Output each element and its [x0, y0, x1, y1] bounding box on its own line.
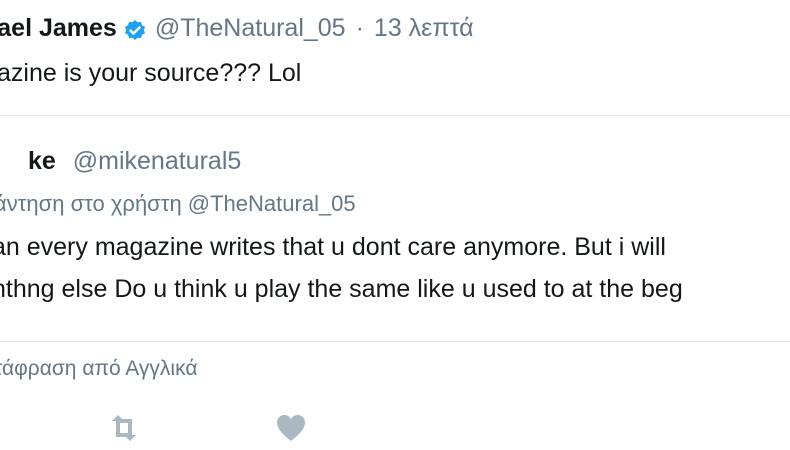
quoted-tweet-header: ke @mikenatural5: [28, 143, 241, 179]
retweet-icon: [112, 415, 136, 441]
quoted-tweet-text-line: an every magazine writes that u dont car…: [0, 233, 666, 261]
like-button[interactable]: [275, 413, 309, 443]
tweet-timestamp[interactable]: 13 λεπτά: [374, 10, 474, 46]
heart-icon: [277, 415, 305, 441]
retweet-button[interactable]: [107, 413, 141, 443]
tweet-text: azine is your source??? Lol: [0, 59, 302, 87]
author-handle[interactable]: @TheNatural_05: [155, 10, 346, 46]
quoted-author-name[interactable]: ke: [28, 147, 56, 175]
tweet-header: hael James @TheNatural_05 · 13 λεπτά: [0, 10, 474, 46]
translate-tweet-link[interactable]: τάφραση από Αγγλικά: [0, 353, 197, 385]
tweet-card: hael James @TheNatural_05 · 13 λεπτά azi…: [0, 0, 790, 450]
reply-to-label: άντηση στο χρήστη @TheNatural_05: [0, 191, 356, 216]
separator-dot: ·: [355, 14, 364, 42]
quoted-tweet-text-line: nthng else Do u think u play the same li…: [0, 275, 683, 303]
author-display-name[interactable]: hael James: [0, 10, 117, 46]
quoted-author-handle[interactable]: @mikenatural5: [73, 147, 242, 175]
verified-badge-icon: [123, 17, 147, 41]
